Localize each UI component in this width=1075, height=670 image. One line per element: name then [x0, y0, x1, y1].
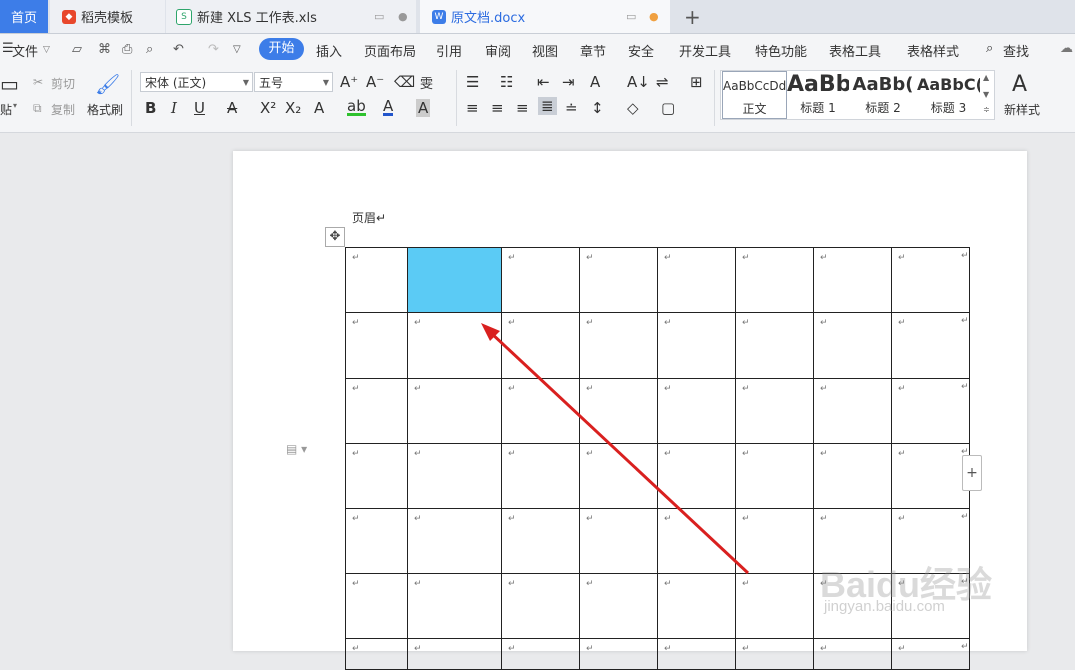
row-end-mark: ↵	[961, 447, 969, 457]
row-end-mark: ↵	[961, 382, 969, 392]
arrow-shaft	[488, 330, 750, 575]
row-end-mark: ↵	[961, 577, 969, 587]
row-end-mark: ↵	[961, 316, 969, 326]
annotation-arrow	[481, 323, 750, 575]
row-end-mark: ↵	[961, 512, 969, 522]
row-end-mark: ↵	[961, 251, 969, 261]
